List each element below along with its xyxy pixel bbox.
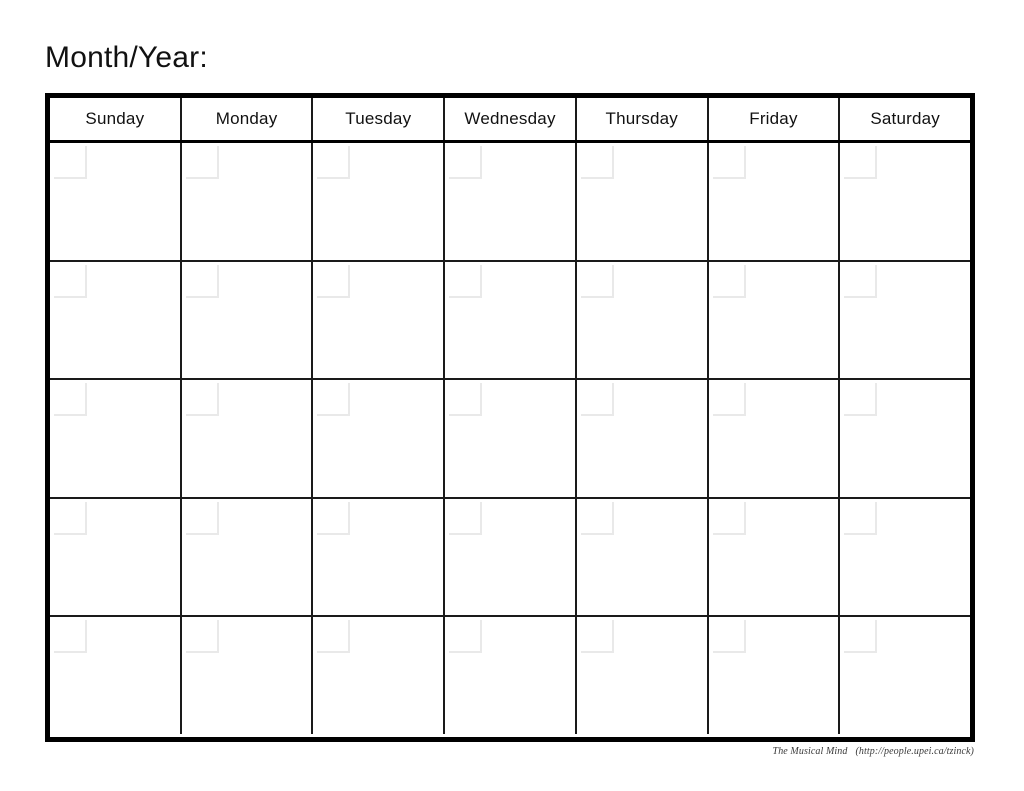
date-number-box[interactable] [185, 501, 219, 535]
date-number-box[interactable] [712, 383, 746, 417]
day-cell[interactable] [50, 498, 182, 616]
date-number-box[interactable] [449, 146, 483, 179]
day-cell[interactable] [181, 261, 314, 379]
date-number-box[interactable] [185, 383, 219, 417]
date-number-box[interactable] [580, 501, 614, 535]
day-cell[interactable] [445, 261, 577, 379]
day-cell[interactable] [181, 617, 314, 734]
weekday-header-saturday: Saturday [840, 98, 971, 140]
date-number-box[interactable] [317, 264, 351, 298]
day-cell[interactable] [708, 380, 841, 497]
date-number-box[interactable] [580, 264, 614, 298]
date-number-box[interactable] [317, 383, 351, 417]
date-number-box[interactable] [317, 620, 351, 654]
weekday-header-row: Sunday Monday Tuesday Wednesday Thursday… [50, 98, 971, 143]
date-number-box[interactable] [844, 383, 878, 417]
week-row [50, 143, 971, 262]
day-cell[interactable] [313, 617, 446, 734]
day-cell[interactable] [445, 617, 577, 734]
weekday-header-thursday: Thursday [576, 98, 709, 140]
date-number-box[interactable] [580, 383, 614, 417]
date-number-box[interactable] [54, 264, 87, 298]
day-cell[interactable] [840, 261, 971, 379]
date-number-box[interactable] [844, 264, 878, 298]
footer-credit-name: The Musical Mind [772, 746, 848, 757]
date-number-box[interactable] [54, 620, 87, 654]
day-cell[interactable] [576, 380, 709, 497]
day-cell[interactable] [445, 143, 577, 260]
date-number-box[interactable] [449, 501, 483, 535]
date-number-box[interactable] [580, 620, 614, 654]
day-cell[interactable] [840, 617, 971, 734]
date-number-box[interactable] [54, 383, 87, 417]
date-number-box[interactable] [449, 383, 483, 417]
day-cell[interactable] [445, 498, 577, 616]
date-number-box[interactable] [844, 146, 878, 179]
day-cell[interactable] [840, 380, 971, 497]
date-number-box[interactable] [185, 264, 219, 298]
weekday-header-tuesday: Tuesday [313, 98, 446, 140]
weekday-header-sunday: Sunday [50, 98, 182, 140]
date-number-box[interactable] [580, 146, 614, 179]
date-number-box[interactable] [54, 146, 87, 179]
day-cell[interactable] [181, 380, 314, 497]
day-cell[interactable] [313, 143, 446, 260]
week-row [50, 261, 971, 381]
day-cell[interactable] [313, 261, 446, 379]
week-row [50, 617, 971, 734]
day-cell[interactable] [840, 498, 971, 616]
date-number-box[interactable] [185, 620, 219, 654]
weekday-header-monday: Monday [181, 98, 314, 140]
day-cell[interactable] [313, 380, 446, 497]
day-cell[interactable] [50, 617, 182, 734]
calendar-table: Sunday Monday Tuesday Wednesday Thursday… [45, 93, 975, 742]
calendar-page: Month/Year: Sunday Monday Tuesday Wednes… [0, 0, 1024, 791]
date-number-box[interactable] [712, 501, 746, 535]
weekday-header-friday: Friday [708, 98, 841, 140]
date-number-box[interactable] [844, 501, 878, 535]
date-number-box[interactable] [54, 501, 87, 535]
week-row [50, 380, 971, 499]
day-cell[interactable] [576, 498, 709, 616]
date-number-box[interactable] [449, 620, 483, 654]
date-number-box[interactable] [712, 146, 746, 179]
date-number-box[interactable] [844, 620, 878, 654]
date-number-box[interactable] [712, 620, 746, 654]
day-cell[interactable] [708, 617, 841, 734]
day-cell[interactable] [576, 617, 709, 734]
day-cell[interactable] [840, 143, 971, 260]
day-cell[interactable] [708, 498, 841, 616]
day-cell[interactable] [708, 261, 841, 379]
day-cell[interactable] [708, 143, 841, 260]
day-cell[interactable] [181, 498, 314, 616]
calendar-inner: Sunday Monday Tuesday Wednesday Thursday… [50, 98, 971, 737]
footer-credit: The Musical Mind (http://people.upei.ca/t… [773, 746, 974, 757]
day-cell[interactable] [50, 380, 182, 497]
day-cell[interactable] [50, 143, 182, 260]
date-number-box[interactable] [712, 264, 746, 298]
day-cell[interactable] [181, 143, 314, 260]
day-cell[interactable] [576, 261, 709, 379]
day-cell[interactable] [576, 143, 709, 260]
day-cell[interactable] [313, 498, 446, 616]
calendar-body-grid [50, 143, 971, 734]
date-number-box[interactable] [317, 501, 351, 535]
weekday-header-wednesday: Wednesday [445, 98, 577, 140]
day-cell[interactable] [445, 380, 577, 497]
date-number-box[interactable] [185, 146, 219, 179]
footer-credit-url: (http://people.upei.ca/tzinck) [855, 746, 974, 757]
date-number-box[interactable] [317, 146, 351, 179]
week-row [50, 498, 971, 618]
date-number-box[interactable] [449, 264, 483, 298]
page-title: Month/Year: [45, 41, 208, 74]
day-cell[interactable] [50, 261, 182, 379]
